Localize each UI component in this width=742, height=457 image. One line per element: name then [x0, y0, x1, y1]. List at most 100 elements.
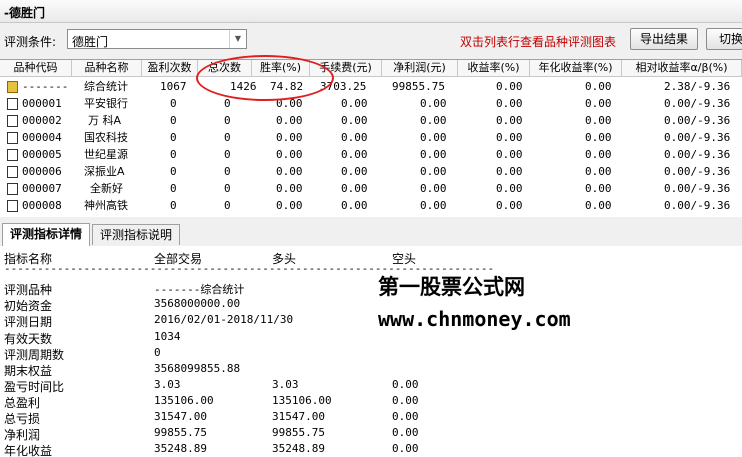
cell-wins: 0	[170, 165, 177, 178]
table-row-summary[interactable]: ------- 综合统计 1067 1426 74.82 3703.25 998…	[0, 78, 742, 95]
table-row[interactable]: 000008 神州高铁 0 0 0.00 0.00 0.00 0.00 0.00…	[0, 197, 742, 214]
cell-rate: 0.00	[276, 131, 303, 144]
cell-profit: 0.00	[420, 182, 447, 195]
cell-fee: 0.00	[341, 131, 368, 144]
detail-long: 3.03	[272, 378, 299, 391]
detail-row: 评测日期 2016/02/01-2018/11/30	[0, 313, 742, 329]
cell-total: 1426	[230, 80, 257, 93]
detail-short: 0.00	[392, 426, 419, 439]
export-button[interactable]: 导出结果	[630, 28, 698, 50]
tab-metric-details[interactable]: 评测指标详情	[2, 223, 90, 246]
detail-row: 初始资金 3568000000.00	[0, 297, 742, 313]
cell-profit: 0.00	[420, 97, 447, 110]
watermark-title: 第一股票公式网	[378, 275, 525, 299]
cell-rate: 0.00	[276, 148, 303, 161]
cell-code: 000004	[22, 131, 62, 144]
cell-name: 国农科技	[84, 131, 128, 144]
table-row[interactable]: 000002 万 科A 0 0 0.00 0.00 0.00 0.00 0.00…	[0, 112, 742, 129]
detail-label: 净利润	[4, 428, 41, 442]
cell-code: -------	[22, 80, 69, 93]
detail-row: 期末权益 3568099855.88	[0, 362, 742, 378]
col-header-code[interactable]: 品种代码	[0, 60, 72, 77]
double-click-hint: 双击列表行查看品种评测图表	[460, 35, 617, 49]
col-header-name[interactable]: 品种名称	[72, 60, 142, 77]
cell-code: 000005	[22, 148, 62, 161]
cell-annual: 0.00	[585, 131, 612, 144]
detail-row: 有效天数 1034	[0, 330, 742, 346]
cell-fee: 3703.25	[320, 80, 367, 93]
cell-relative: 0.00/-9.36	[664, 97, 731, 110]
cell-code: 000001	[22, 97, 62, 110]
detail-long: 99855.75	[272, 426, 325, 439]
col-header-profit[interactable]: 净利润(元)	[382, 60, 458, 77]
cell-return: 0.00	[496, 165, 523, 178]
chevron-down-icon[interactable]: ▼	[229, 30, 246, 48]
detail-label: 有效天数	[4, 332, 53, 346]
cell-code: 000008	[22, 199, 62, 212]
detail-tabs: 评测指标详情 评测指标说明	[0, 222, 742, 247]
col-header-relative[interactable]: 相对收益率α/β(%)	[622, 60, 742, 77]
cell-return: 0.00	[496, 131, 523, 144]
cell-fee: 0.00	[341, 165, 368, 178]
detail-label: 初始资金	[4, 299, 53, 313]
cell-annual: 0.00	[585, 165, 612, 178]
detail-label: 评测品种	[4, 283, 53, 297]
col-header-annual[interactable]: 年化收益率(%)	[530, 60, 622, 77]
col-header-wins[interactable]: 盈利次数	[142, 60, 198, 77]
stock-icon	[7, 98, 18, 110]
cell-name: 神州高铁	[84, 199, 128, 212]
detail-short: 0.00	[392, 442, 419, 455]
col-header-fee[interactable]: 手续费(元)	[310, 60, 382, 77]
cell-wins: 1067	[160, 80, 187, 93]
stock-icon	[7, 183, 18, 195]
cell-name: 综合统计	[84, 80, 128, 93]
cell-profit: 99855.75	[392, 80, 445, 93]
switch-button[interactable]: 切换	[706, 28, 742, 50]
col-header-return[interactable]: 收益率(%)	[458, 60, 530, 77]
cell-return: 0.00	[496, 148, 523, 161]
detail-label: 期末权益	[4, 364, 53, 378]
cell-profit: 0.00	[420, 148, 447, 161]
cell-rate: 0.00	[276, 165, 303, 178]
cell-relative: 2.38/-9.36	[664, 80, 731, 93]
cell-total: 0	[224, 165, 231, 178]
table-row[interactable]: 000007 全新好 0 0 0.00 0.00 0.00 0.00 0.00 …	[0, 180, 742, 197]
condition-value: 德胜门	[72, 35, 109, 49]
table-row[interactable]: 000001 平安银行 0 0 0.00 0.00 0.00 0.00 0.00…	[0, 95, 742, 112]
condition-select[interactable]: 德胜门 ▼	[67, 29, 247, 49]
detail-row: 总亏损 31547.00 31547.00 0.00	[0, 410, 742, 426]
table-row[interactable]: 000005 世纪星源 0 0 0.00 0.00 0.00 0.00 0.00…	[0, 146, 742, 163]
detail-short: 0.00	[392, 410, 419, 423]
cell-profit: 0.00	[420, 114, 447, 127]
cell-relative: 0.00/-9.36	[664, 165, 731, 178]
cell-fee: 0.00	[341, 199, 368, 212]
cell-annual: 0.00	[585, 148, 612, 161]
cell-rate: 0.00	[276, 97, 303, 110]
detail-row: 净利润 99855.75 99855.75 0.00	[0, 426, 742, 442]
cell-rate: 74.82	[270, 80, 304, 93]
cell-return: 0.00	[496, 80, 523, 93]
cell-total: 0	[224, 114, 231, 127]
table-row[interactable]: 000006 深振业A 0 0 0.00 0.00 0.00 0.00 0.00…	[0, 163, 742, 180]
detail-long: 31547.00	[272, 410, 325, 423]
tab-metric-explanation[interactable]: 评测指标说明	[92, 224, 180, 245]
table-row[interactable]: 000004 国农科技 0 0 0.00 0.00 0.00 0.00 0.00…	[0, 129, 742, 146]
detail-label: 总亏损	[4, 412, 41, 426]
cell-return: 0.00	[496, 199, 523, 212]
cell-name: 深振业A	[84, 165, 125, 178]
cell-annual: 0.00	[585, 199, 612, 212]
col-header-rate[interactable]: 胜率(%)	[252, 60, 310, 77]
cell-wins: 0	[170, 148, 177, 161]
detail-long: 135106.00	[272, 394, 332, 407]
cell-rate: 0.00	[276, 199, 303, 212]
cell-relative: 0.00/-9.36	[664, 114, 731, 127]
col-header-total[interactable]: 总次数	[198, 60, 252, 77]
detail-all: 0	[154, 346, 161, 359]
detail-all: 3.03	[154, 378, 181, 391]
cell-name: 平安银行	[84, 97, 128, 110]
cell-annual: 0.00	[585, 80, 612, 93]
stock-icon	[7, 166, 18, 178]
cell-total: 0	[224, 97, 231, 110]
cell-return: 0.00	[496, 114, 523, 127]
cell-name: 万 科A	[88, 114, 122, 127]
